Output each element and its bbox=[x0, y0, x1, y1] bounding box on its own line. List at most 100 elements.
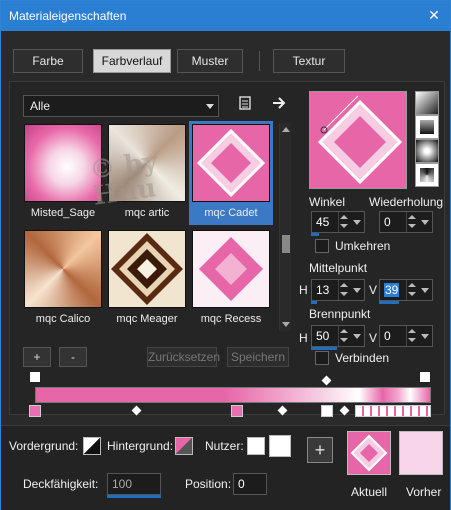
gradient-item-mqc-meager[interactable]: mqc Meager bbox=[105, 227, 189, 331]
user-swatch-2[interactable] bbox=[269, 435, 291, 457]
gradient-preview[interactable] bbox=[309, 91, 407, 189]
gradient-label: mqc artic bbox=[124, 207, 170, 219]
gradient-thumbnail bbox=[192, 230, 270, 308]
category-dropdown[interactable]: Alle bbox=[23, 95, 219, 117]
scroll-up-icon[interactable] bbox=[282, 127, 290, 132]
gradient-item-mqc-calico[interactable]: mqc Calico bbox=[21, 227, 105, 331]
focal-v-label: V bbox=[369, 331, 378, 345]
opacity-slider[interactable] bbox=[107, 495, 161, 498]
center-v-label: V bbox=[369, 283, 378, 297]
opacity-field[interactable]: 100 bbox=[107, 473, 161, 495]
opacity-stop-marker[interactable] bbox=[419, 371, 431, 383]
repeat-stepper[interactable] bbox=[406, 212, 416, 232]
save-button[interactable]: Speichern bbox=[227, 347, 289, 367]
rectangle-style-button[interactable] bbox=[415, 115, 439, 139]
chevron-down-icon[interactable] bbox=[353, 288, 361, 293]
angle-slider[interactable] bbox=[311, 233, 319, 236]
center-h-slider[interactable] bbox=[311, 301, 317, 304]
foreground-swatch[interactable] bbox=[83, 437, 101, 455]
link-checkbox[interactable] bbox=[315, 351, 329, 365]
position-field[interactable]: 0 bbox=[233, 473, 267, 495]
gradient-label: mqc Cadet bbox=[204, 207, 258, 219]
chevron-down-icon[interactable] bbox=[421, 220, 429, 225]
current-material-swatch bbox=[347, 431, 391, 475]
chevron-down-icon[interactable] bbox=[353, 334, 361, 339]
angle-stepper[interactable] bbox=[338, 212, 348, 232]
center-h-value: 13 bbox=[316, 283, 330, 297]
center-v-field[interactable]: 39 bbox=[379, 279, 433, 301]
angle-field[interactable]: 45 bbox=[311, 211, 365, 233]
chevron-down-icon[interactable] bbox=[421, 288, 429, 293]
tab-farbverlauf[interactable]: Farbverlauf bbox=[93, 49, 171, 73]
focal-v-stepper[interactable] bbox=[406, 326, 416, 346]
scroll-down-icon[interactable] bbox=[282, 322, 290, 327]
gradient-bar[interactable] bbox=[35, 387, 431, 403]
foreground-label: Vordergrund: bbox=[9, 439, 79, 453]
opacity-stop-marker[interactable] bbox=[29, 371, 41, 383]
repeat-field[interactable]: 0 bbox=[379, 211, 433, 233]
color-stop-marker[interactable] bbox=[321, 405, 333, 417]
scroll-thumb[interactable] bbox=[282, 235, 290, 253]
chevron-down-icon[interactable] bbox=[421, 334, 429, 339]
gradient-label: mqc Recess bbox=[200, 313, 262, 325]
focal-h-value: 50 bbox=[316, 329, 330, 343]
angle-value: 45 bbox=[316, 215, 330, 229]
library-scrollbar[interactable] bbox=[279, 123, 291, 331]
title-bar: Materialeigenschaften ✕ bbox=[1, 1, 450, 31]
focal-h-field[interactable]: 50 bbox=[311, 325, 365, 347]
background-swatch[interactable] bbox=[175, 437, 193, 455]
focal-h-stepper[interactable] bbox=[338, 326, 348, 346]
window-title: Materialeigenschaften bbox=[9, 9, 127, 23]
center-v-slider[interactable] bbox=[379, 301, 399, 304]
gradient-label: mqc Meager bbox=[116, 313, 178, 325]
tab-muster[interactable]: Muster bbox=[177, 49, 243, 73]
focal-v-field[interactable]: 0 bbox=[379, 325, 433, 347]
category-value: Alle bbox=[30, 99, 51, 113]
opacity-value: 100 bbox=[112, 477, 133, 491]
invert-checkbox[interactable] bbox=[315, 239, 329, 253]
position-value: 0 bbox=[238, 477, 245, 491]
sunburst-style-button[interactable] bbox=[415, 163, 439, 187]
focal-h-slider[interactable] bbox=[311, 347, 337, 350]
color-stop-marker[interactable] bbox=[29, 405, 41, 417]
gradient-thumbnail bbox=[24, 230, 102, 308]
repeat-value: 0 bbox=[384, 215, 391, 229]
add-gradient-button[interactable]: + bbox=[23, 347, 51, 367]
gradient-item-mqc-cadet[interactable]: mqc Cadet bbox=[189, 121, 273, 225]
center-h-stepper[interactable] bbox=[338, 280, 348, 300]
add-swatch-button[interactable]: + bbox=[307, 437, 333, 463]
gradient-label: Misted_Sage bbox=[30, 207, 96, 219]
previous-material-swatch bbox=[399, 431, 443, 475]
reset-button[interactable]: Zurücksetzen bbox=[147, 347, 220, 367]
center-h-label: H bbox=[299, 283, 308, 297]
tab-separator bbox=[259, 51, 260, 71]
tab-textur[interactable]: Textur bbox=[273, 49, 345, 73]
gradient-thumbnail bbox=[108, 230, 186, 308]
color-stop-marker[interactable] bbox=[231, 405, 243, 417]
linear-style-button[interactable] bbox=[415, 91, 439, 115]
center-h-field[interactable]: 13 bbox=[311, 279, 365, 301]
radial-style-button[interactable] bbox=[415, 139, 439, 163]
repeat-label: Wiederholung bbox=[369, 195, 444, 209]
library-menu-icon[interactable] bbox=[235, 95, 255, 115]
color-stop-cluster[interactable] bbox=[355, 405, 431, 417]
user-label: Nutzer: bbox=[205, 439, 244, 453]
opacity-label: Deckfähigkeit: bbox=[23, 477, 99, 491]
previous-label: Vorher bbox=[406, 485, 442, 499]
user-swatch-1[interactable] bbox=[247, 437, 265, 455]
arrow-right-icon[interactable] bbox=[269, 95, 289, 115]
remove-gradient-button[interactable]: - bbox=[59, 347, 87, 367]
material-properties-window: Materialeigenschaften ✕ Farbe Farbverlau… bbox=[0, 0, 451, 510]
invert-label: Umkehren bbox=[335, 239, 391, 253]
center-v-stepper[interactable] bbox=[406, 280, 416, 300]
focal-point-label: Brennpunkt bbox=[309, 307, 371, 321]
gradient-item-mqc-recess[interactable]: mqc Recess bbox=[189, 227, 273, 331]
position-label: Position: bbox=[185, 477, 232, 491]
chevron-down-icon bbox=[206, 104, 214, 109]
close-icon[interactable]: ✕ bbox=[424, 5, 444, 25]
center-point-label: Mittelpunkt bbox=[309, 261, 368, 275]
chevron-down-icon[interactable] bbox=[353, 220, 361, 225]
center-v-value: 39 bbox=[384, 283, 400, 297]
background-label: Hintergrund: bbox=[107, 439, 174, 453]
tab-farbe[interactable]: Farbe bbox=[13, 49, 83, 73]
